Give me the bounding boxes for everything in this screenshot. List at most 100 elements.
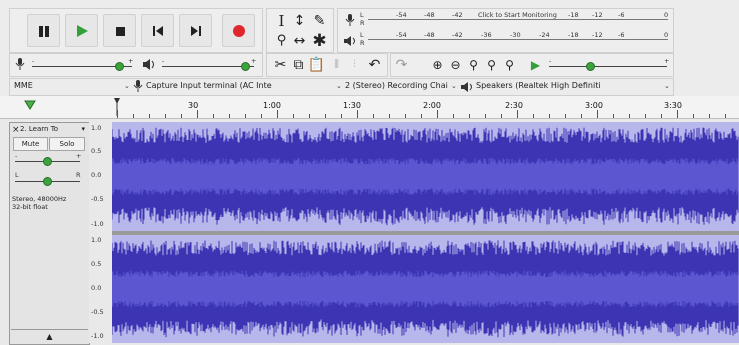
audio-host-select[interactable]: MME: [14, 79, 132, 93]
playback-meter-tick: -48: [424, 31, 435, 39]
ruler-tick: [117, 110, 118, 118]
chevron-down-icon[interactable]: ⌄: [336, 82, 342, 90]
vertical-ruler[interactable]: 1.0 0.5 0.0 -0.5 -1.0 1.0 0.5 0.0 -0.5 -…: [89, 122, 113, 343]
ruler-tick: [357, 110, 358, 118]
skip-start-icon: [142, 15, 173, 46]
playback-meter-tick: -6: [618, 31, 625, 39]
record-button[interactable]: [222, 14, 255, 47]
zoom-tool-button[interactable]: ⚲: [273, 32, 290, 49]
play-at-speed-button[interactable]: ▶: [527, 56, 544, 73]
waveform-left: [112, 127, 739, 226]
waveform-channel-right[interactable]: [112, 235, 739, 343]
zoom-in-icon: ⊕: [432, 57, 443, 72]
ruler-tick: [213, 114, 214, 118]
ruler-tick: [261, 114, 262, 118]
track-name-button[interactable]: 2. Learn To ▾: [20, 124, 86, 135]
stop-button[interactable]: [103, 14, 136, 47]
time-shift-tool-button[interactable]: ↔: [291, 32, 308, 49]
play-at-speed-track[interactable]: [549, 66, 667, 67]
zoom-out-button[interactable]: ⊖: [447, 56, 464, 73]
playback-device-value: Speakers (Realtek High Definiti: [476, 81, 601, 90]
play-icon: ▶: [530, 57, 541, 72]
scissors-icon: ✂: [274, 56, 287, 73]
play-button[interactable]: [65, 14, 98, 47]
ruler-tick: [341, 114, 342, 118]
scale-label: 1.0: [91, 236, 102, 244]
ruler-tick: [565, 114, 566, 118]
time-shift-icon: ↔: [293, 32, 306, 49]
ruler-tick: [709, 114, 710, 118]
pan-slider-thumb[interactable]: [43, 177, 52, 186]
selection-tool-button[interactable]: I: [273, 12, 290, 30]
mute-button-label: Mute: [21, 140, 40, 148]
clipboard-icon: 📋: [307, 56, 326, 73]
multi-tool-button[interactable]: ✱: [311, 31, 328, 51]
ruler-tick: [165, 114, 166, 118]
fit-selection-button[interactable]: ⚲: [465, 56, 482, 73]
paste-button[interactable]: 📋: [308, 56, 325, 73]
ruler-label: 1:00: [263, 101, 281, 110]
chevron-down-icon[interactable]: ⌄: [664, 82, 670, 90]
triangle-down-icon: [24, 100, 36, 110]
magnifier-icon: ⚲: [276, 33, 287, 48]
play-at-speed-slider-thumb[interactable]: [586, 62, 596, 71]
playback-volume-min: -: [162, 57, 165, 65]
playback-volume-max: +: [251, 57, 257, 65]
mixer-toolbar: - + - +: [9, 53, 263, 77]
zoom-toggle-button[interactable]: ⚲: [501, 56, 518, 73]
skip-to-end-button[interactable]: [179, 14, 212, 47]
play-at-speed-min: -: [549, 57, 552, 65]
timeline-options-button[interactable]: [24, 100, 36, 112]
trim-button[interactable]: ⫼: [328, 56, 345, 73]
chevron-down-icon[interactable]: ⌄: [124, 82, 130, 90]
record-meter-bar[interactable]: [368, 19, 668, 20]
chevron-down-icon[interactable]: ⌄: [451, 82, 457, 90]
redo-button[interactable]: ↷: [393, 56, 410, 73]
pause-button[interactable]: [27, 14, 60, 47]
ruler-tick: [597, 110, 598, 118]
play-icon: [66, 15, 97, 46]
playback-meter-tick: -18: [568, 31, 579, 39]
record-meter-button[interactable]: [344, 13, 356, 27]
mute-button[interactable]: Mute: [13, 137, 48, 151]
scale-label: 0.0: [91, 171, 102, 179]
solo-button[interactable]: Solo: [49, 137, 85, 151]
ruler-tick: [629, 114, 630, 118]
recording-device-select[interactable]: Capture Input terminal (AC Inte: [146, 79, 322, 93]
ruler-tick: [453, 114, 454, 118]
gain-slider-thumb[interactable]: [43, 157, 52, 166]
ruler-tick: [469, 114, 470, 118]
waveform-channel-left[interactable]: [112, 122, 739, 231]
skip-to-start-button[interactable]: [141, 14, 174, 47]
envelope-tool-button[interactable]: ↕: [291, 12, 308, 29]
fit-project-button[interactable]: ⚲: [483, 56, 500, 73]
copy-button[interactable]: ⧉: [290, 56, 307, 73]
track-collapse-button[interactable]: ▲: [11, 329, 88, 343]
track-control-panel[interactable]: × 2. Learn To ▾ Mute Solo - + L R Stereo…: [9, 122, 90, 345]
record-volume-slider-thumb[interactable]: [115, 62, 124, 71]
record-icon: [223, 15, 254, 46]
fit-project-icon: ⚲: [487, 57, 496, 72]
playback-meter-button[interactable]: [343, 34, 357, 48]
ruler-label: 2:00: [423, 101, 441, 110]
zoom-in-button[interactable]: ⊕: [429, 56, 446, 73]
ruler-tick: [229, 114, 230, 118]
undo-button[interactable]: ↶: [366, 56, 383, 73]
scale-label: -0.5: [91, 195, 104, 203]
draw-tool-button[interactable]: ✎: [311, 12, 328, 29]
silence-button[interactable]: ⫶: [346, 56, 363, 73]
gain-max-label: +: [76, 152, 82, 160]
playback-device-select[interactable]: Speakers (Realtek High Definiti: [476, 79, 656, 93]
recording-device-value: Capture Input terminal (AC Inte: [146, 81, 272, 90]
timeline-ruler[interactable]: 30 1:00 1:30 2:00 2:30 3:00 3:30: [0, 96, 739, 119]
ruler-tick: [485, 114, 486, 118]
start-monitoring-link[interactable]: Click to Start Monitoring: [478, 11, 557, 19]
edit-toolbar: ✂ ⧉ 📋 ⫼ ⫶ ↶: [266, 53, 388, 77]
ruler-tick: [181, 114, 182, 118]
recording-channels-select[interactable]: 2 (Stereo) Recording Chai: [345, 79, 448, 93]
playback-meter-bar[interactable]: [368, 39, 668, 40]
trim-audio-icon: ⫼: [334, 59, 339, 70]
cut-button[interactable]: ✂: [272, 56, 289, 73]
playback-volume-slider-thumb[interactable]: [240, 62, 250, 71]
ruler-label: 3:00: [585, 101, 603, 110]
